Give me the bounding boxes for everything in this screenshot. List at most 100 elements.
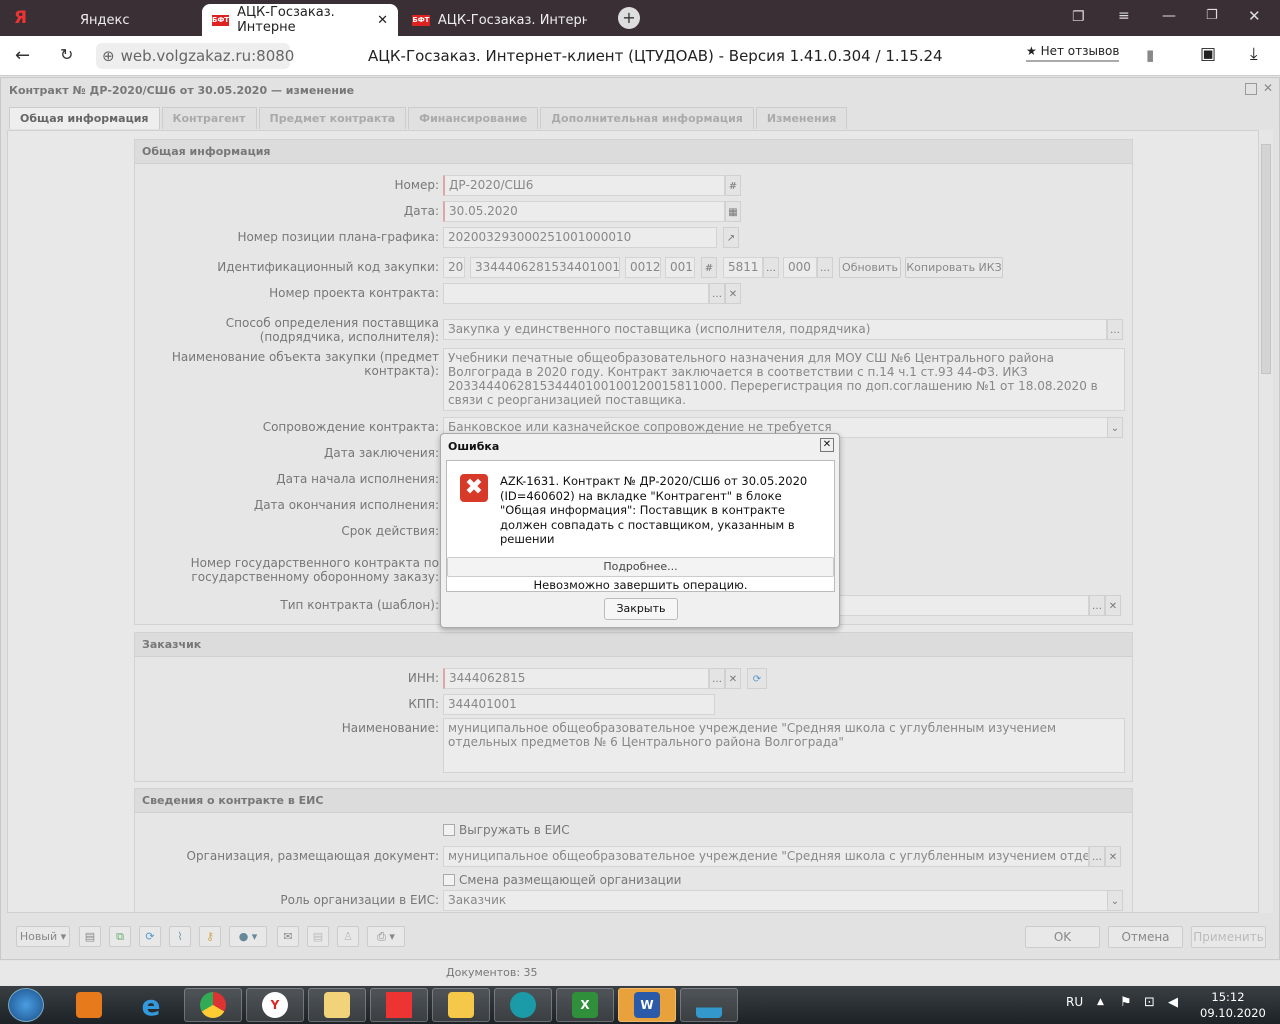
ikz-okpd-input[interactable]: 5811 (723, 257, 763, 278)
object-textarea[interactable]: Учебники печатные общеобразовательного н… (443, 348, 1125, 411)
ikz-customer-input[interactable]: 3344406281534401001 (470, 257, 620, 278)
method-input[interactable]: Закупка у единственного поставщика (испо… (443, 319, 1107, 340)
globe-icon[interactable]: ● ▾ (229, 926, 267, 947)
tab-financing[interactable]: Финансирование (408, 107, 539, 129)
start-button[interactable] (8, 988, 44, 1022)
customer-name-textarea[interactable]: муниципальное общеобразовательное учрежд… (443, 718, 1125, 773)
refresh-icon[interactable]: ⟳ (139, 926, 161, 947)
explorer-icon[interactable] (308, 988, 366, 1022)
clear-icon[interactable]: ✕ (1105, 595, 1121, 616)
ikz-plan-input[interactable]: 0012 (625, 257, 661, 278)
document-icon[interactable]: ▤ (79, 926, 101, 947)
ikz-year-input[interactable]: 20 (443, 257, 465, 278)
inn-input[interactable]: 3444062815 (443, 668, 709, 689)
close-window-icon[interactable]: ✕ (1248, 7, 1261, 25)
anydesk-icon[interactable] (370, 988, 428, 1022)
close-tab-icon[interactable]: ✕ (377, 13, 388, 28)
numbering-icon[interactable]: # (725, 175, 741, 196)
reload-icon[interactable]: ↻ (60, 45, 73, 64)
plan-input[interactable]: 202003293000251001000010 (443, 227, 717, 248)
yandex-browser-icon[interactable]: Y (246, 988, 304, 1022)
network-icon[interactable]: ⊡ (1144, 995, 1155, 1010)
reviews-button[interactable]: ★ Нет отзывов (1026, 44, 1120, 62)
mail-icon[interactable]: ✉ (277, 926, 299, 947)
new-button[interactable]: Новый ▾ (16, 926, 70, 947)
project-select-icon[interactable]: … (709, 283, 725, 304)
kpp-input[interactable]: 344401001 (443, 694, 715, 715)
cost-select-icon[interactable]: … (817, 257, 833, 278)
role-select[interactable]: Заказчик (443, 890, 1109, 911)
download-icon[interactable]: ⤓ (1250, 44, 1258, 64)
chrome-icon[interactable] (184, 988, 242, 1022)
ikz-number-icon[interactable]: # (701, 257, 717, 278)
close-icon[interactable]: ✕ (1263, 81, 1273, 95)
type-select-icon[interactable]: … (1089, 595, 1105, 616)
word-icon[interactable]: W (618, 988, 676, 1022)
date-input[interactable]: 30.05.2020 (443, 201, 725, 222)
upload-eis-checkbox[interactable]: Выгружать в ЕИС (443, 823, 570, 837)
volume-icon[interactable]: ◀ (1168, 995, 1178, 1010)
tab-general[interactable]: Общая информация (9, 107, 160, 129)
excel-icon[interactable]: X (556, 988, 614, 1022)
ok-button[interactable]: OK (1025, 926, 1100, 948)
tab-changes[interactable]: Изменения (755, 107, 848, 129)
tab-counterparty[interactable]: Контрагент (161, 107, 257, 129)
method-select-icon[interactable]: … (1107, 319, 1123, 340)
menu-icon[interactable]: ≡ (1118, 8, 1130, 24)
maximize-icon[interactable] (1245, 83, 1257, 95)
details-button[interactable]: Подробнее... (447, 557, 834, 577)
clear-icon[interactable]: ✕ (1105, 846, 1121, 867)
app-icon[interactable] (494, 988, 552, 1022)
close-button[interactable]: Закрыть (604, 598, 678, 620)
refresh-icon[interactable]: ⟳ (747, 668, 767, 689)
new-tab-button[interactable]: + (618, 7, 640, 29)
browser-tab-2[interactable]: БФТ АЦК-Госзаказ. Интернет-к (402, 4, 597, 36)
key-icon[interactable]: ⚷ (199, 926, 221, 947)
chevron-down-icon[interactable]: ⌄ (1107, 890, 1123, 911)
outlook-icon[interactable] (432, 988, 490, 1022)
action-center-icon[interactable]: ⚑ (1120, 995, 1132, 1010)
inn-select-icon[interactable]: … (709, 668, 725, 689)
copy-icon[interactable]: ⧉ (109, 926, 131, 947)
bookmarks-icon[interactable]: ❐ (1072, 9, 1085, 25)
tab-subject[interactable]: Предмет контракта (258, 107, 407, 129)
scroll-thumb[interactable] (1261, 144, 1271, 374)
browser-tab-yandex[interactable]: Яндекс (70, 4, 195, 36)
number-input[interactable]: ДР-2020/СШ6 (443, 175, 725, 196)
ikz-num-input[interactable]: 001 (665, 257, 695, 278)
dialog-close-icon[interactable]: ✕ (820, 438, 834, 452)
clear-icon[interactable]: ✕ (725, 668, 741, 689)
ikz-cost-input[interactable]: 000 (783, 257, 817, 278)
vertical-scrollbar[interactable] (1259, 130, 1273, 913)
cancel-button[interactable]: Отмена (1108, 926, 1183, 948)
restore-icon[interactable]: ❐ (1206, 8, 1218, 23)
feedback-icon[interactable]: ▣ (1200, 44, 1216, 64)
media-player-icon[interactable] (60, 988, 118, 1022)
export-icon[interactable]: ▤ (307, 926, 329, 947)
refresh-button[interactable]: Обновить (839, 257, 901, 278)
browser-tab-active[interactable]: БФТ АЦК-Госзаказ. Интерне ✕ (202, 4, 398, 36)
org-input[interactable]: муниципальное общеобразовательное учрежд… (443, 846, 1089, 867)
ie-icon[interactable]: e (122, 988, 180, 1022)
back-icon[interactable]: ← (15, 45, 30, 66)
okpd-select-icon[interactable]: … (763, 257, 779, 278)
stamp-icon[interactable]: ♙ (337, 926, 359, 947)
apply-button[interactable]: Применить (1191, 926, 1266, 948)
url-field[interactable]: ⊕ web.volgzakaz.ru:8080 (96, 43, 294, 69)
calendar-icon[interactable]: ▦ (725, 201, 741, 222)
change-org-checkbox[interactable]: Смена размещающей организации (443, 873, 681, 887)
tab-additional[interactable]: Дополнительная информация (540, 107, 754, 129)
minimize-icon[interactable]: — (1162, 8, 1176, 24)
attachment-icon[interactable]: ⌇ (169, 926, 191, 947)
project-input[interactable] (443, 283, 709, 304)
bookmark-icon[interactable]: ▮ (1146, 46, 1154, 64)
copy-ikz-button[interactable]: Копировать ИКЗ (905, 257, 1003, 278)
tray-expand-icon[interactable]: ▲ (1097, 997, 1104, 1007)
scanner-icon[interactable] (680, 988, 738, 1022)
chevron-down-icon[interactable]: ⌄ (1107, 417, 1123, 438)
print-icon[interactable]: ⎙ ▾ (367, 926, 405, 947)
open-link-icon[interactable]: ↗ (723, 227, 739, 248)
clock[interactable]: 15:12 09.10.2020 (1200, 989, 1266, 1021)
clear-icon[interactable]: ✕ (725, 283, 741, 304)
org-select-icon[interactable]: … (1089, 846, 1105, 867)
